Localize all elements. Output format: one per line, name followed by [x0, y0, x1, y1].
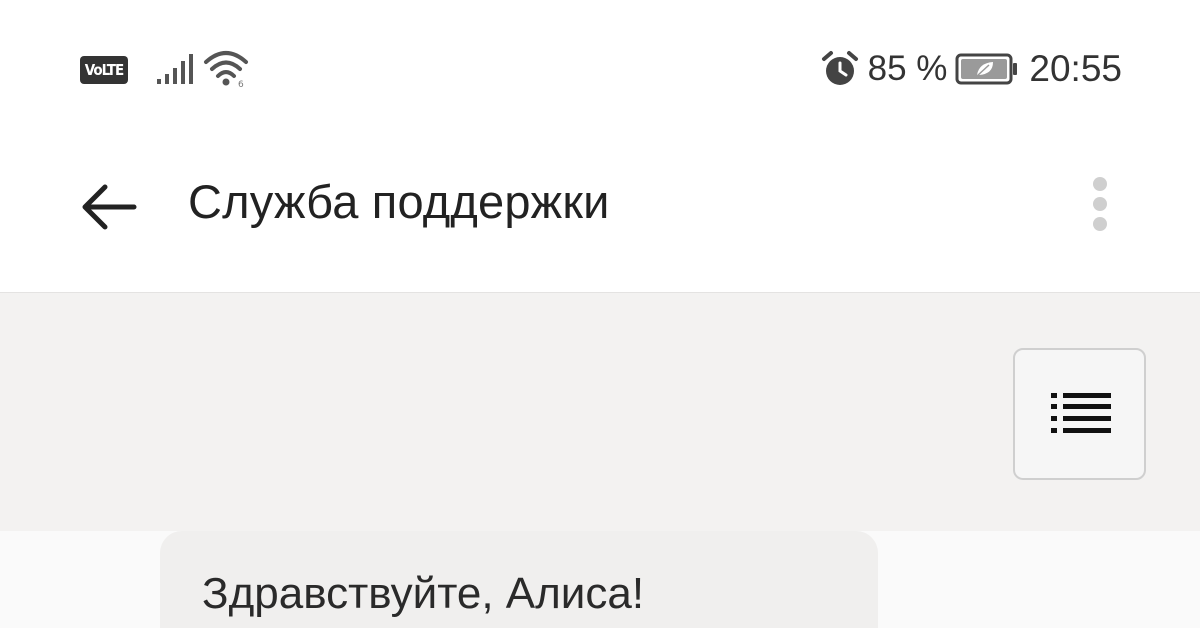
more-vertical-icon[interactable] — [1084, 174, 1116, 238]
volte-icon: VoLTE — [80, 56, 128, 84]
svg-text:6: 6 — [238, 80, 244, 88]
alarm-icon — [821, 51, 858, 85]
chat-list-button[interactable] — [1013, 348, 1146, 480]
signal-icon — [157, 54, 193, 84]
status-bar: VoLTE 6 85 % 20:55 — [0, 0, 1200, 130]
message-text: Здравствуйте, Алиса! — [202, 569, 645, 618]
list-icon — [1051, 393, 1111, 433]
back-arrow-icon[interactable] — [78, 180, 138, 234]
app-header: Служба поддержки — [0, 130, 1200, 292]
battery-percent: 85 % — [867, 49, 948, 88]
wifi-icon: 6 — [204, 51, 248, 88]
chat-area: Здравствуйте, Алиса! — [0, 292, 1200, 628]
page-title: Служба поддержки — [188, 175, 610, 228]
message-bubble: Здравствуйте, Алиса! — [160, 531, 878, 628]
battery-icon — [955, 53, 1018, 85]
clock: 20:55 — [1029, 48, 1122, 89]
status-right-group: 85 % 20:55 — [820, 46, 1122, 92]
